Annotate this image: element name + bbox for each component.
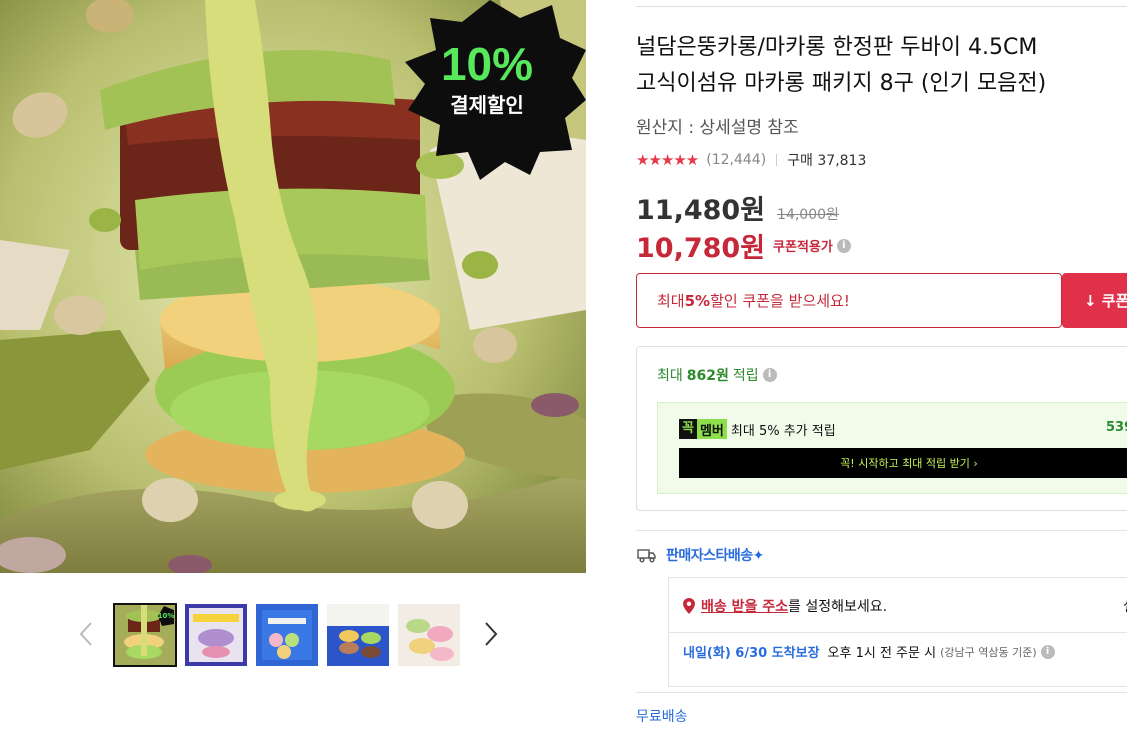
product-origin: 원산지 : 상세설명 참조 xyxy=(636,118,799,138)
membership-logo-text: 멤버 xyxy=(699,423,724,439)
chevron-right-icon xyxy=(485,622,498,646)
divider xyxy=(636,530,1127,531)
thumbnail-2[interactable] xyxy=(185,604,247,666)
divider xyxy=(636,6,1127,7)
divider xyxy=(636,692,1127,693)
thumbnail-3-image xyxy=(256,604,318,666)
free-shipping-label: 무료배송 xyxy=(636,709,688,725)
purchase-count: 구매 37,813 xyxy=(787,153,867,169)
coupon-price: 10,780원 xyxy=(636,233,766,264)
coupon-banner[interactable]: 최대 5% 할인 쿠폰을 받으세요! xyxy=(636,273,1062,328)
info-icon[interactable]: i xyxy=(762,368,777,382)
product-title-line-2: 고식이섬유 마카롱 패키지 8구 (인기 모음전) xyxy=(636,71,1047,96)
info-icon[interactable]: i xyxy=(836,238,851,253)
info-icon[interactable]: i xyxy=(1040,644,1055,659)
thumbnail-next-button[interactable] xyxy=(479,618,503,650)
thumbnail-1[interactable]: 10% xyxy=(113,603,177,667)
thumbnail-4-image xyxy=(327,604,389,666)
seller-star-delivery-badge: 판매자스타배송✦ xyxy=(666,548,764,564)
price-row: 11,480원 14,000원 xyxy=(636,188,839,227)
product-title-line-1: 널담은뚱카롱/마카롱 한정판 두바이 4.5CM xyxy=(636,35,1038,60)
coupon-text-prefix: 최대 xyxy=(657,292,685,310)
address-row: 배송 받을 주소 를 설정해보세요. xyxy=(683,596,887,616)
coupon-download-button[interactable]: ↓ 쿠폰 xyxy=(1062,273,1127,328)
membership-logo: 꼭 멤버 xyxy=(679,419,727,439)
coupon-price-label: 쿠폰적용가 xyxy=(773,240,833,255)
product-title: 널담은뚱카롱/마카롱 한정판 두바이 4.5CM 고식이섬유 마카롱 패키지 8… xyxy=(636,30,1127,102)
thumbnail-5-image xyxy=(398,604,460,666)
divider xyxy=(669,632,1127,633)
badge-label: 결제할인 xyxy=(450,93,524,117)
delivery-guarantee: 내일(화) 6/30 도착보장 xyxy=(683,646,820,661)
thumbnail-5[interactable] xyxy=(398,604,460,666)
product-image-illustration: 10% 결제할인 xyxy=(0,0,586,573)
reward-box: 최대 862원 적립 i 꼭 멤버 최대 5% 추가 적립 539 꼭! 시작하… xyxy=(636,346,1127,511)
chevron-left-icon xyxy=(79,622,92,646)
product-main-image[interactable]: 10% 결제할인 xyxy=(0,0,586,573)
coupon-price-row: 10,780원 쿠폰적용가 i xyxy=(636,226,851,265)
delivery-address-box: 배송 받을 주소 를 설정해보세요. 설 내일(화) 6/30 도착보장 오후 … xyxy=(668,577,1127,687)
thumbnail-strip: 10% xyxy=(74,600,514,670)
membership-join-button[interactable]: 꼭! 시작하고 최대 적립 받기 › xyxy=(679,448,1127,478)
review-count-link[interactable]: (12,444) xyxy=(706,152,766,168)
sale-price: 11,480원 xyxy=(636,195,766,226)
address-suffix: 를 설정해보세요. xyxy=(788,599,888,615)
delivery-region-note: (강남구 역삼동 기준) xyxy=(940,645,1037,659)
truck-icon xyxy=(637,549,656,563)
thumbnail-prev-button[interactable] xyxy=(74,618,98,650)
reward-title: 최대 862원 적립 i xyxy=(657,365,777,385)
reward-suffix: 적립 xyxy=(732,368,759,384)
address-setting-button[interactable]: 설 xyxy=(1123,596,1127,616)
thumbnail-3[interactable] xyxy=(256,604,318,666)
membership-row: 꼭 멤버 최대 5% 추가 적립 xyxy=(679,419,836,439)
svg-text:10%: 10% xyxy=(158,612,175,620)
rating-stars: ★★★★★ xyxy=(636,151,699,169)
coupon-text-suffix: 할인 쿠폰을 받으세요! xyxy=(710,292,850,310)
original-price: 14,000원 xyxy=(777,207,839,223)
coupon-text-percent: 5% xyxy=(684,291,711,310)
reward-amount: 862원 xyxy=(686,368,729,384)
rating-row: ★★★★★ (12,444) 구매 37,813 xyxy=(636,150,866,170)
set-address-link[interactable]: 배송 받을 주소 xyxy=(701,596,788,616)
product-info-panel: 널담은뚱카롱/마카롱 한정판 두바이 4.5CM 고식이섬유 마카롱 패키지 8… xyxy=(636,0,1127,733)
reward-prefix: 최대 xyxy=(657,368,683,384)
membership-text: 최대 5% 추가 적립 xyxy=(730,423,836,439)
divider xyxy=(776,154,778,166)
membership-box: 꼭 멤버 최대 5% 추가 적립 539 꼭! 시작하고 최대 적립 받기 › xyxy=(657,402,1127,494)
order-cutoff: 오후 1시 전 주문 시 xyxy=(827,646,937,661)
membership-logo-mark: 꼭 xyxy=(679,419,697,439)
thumbnail-2-image xyxy=(185,604,247,666)
membership-amount: 539 xyxy=(1106,420,1127,435)
shipping-header: 판매자스타배송✦ xyxy=(636,544,764,566)
delivery-eta-row: 내일(화) 6/30 도착보장 오후 1시 전 주문 시 (강남구 역삼동 기준… xyxy=(683,642,1055,661)
badge-percent: 10% xyxy=(441,38,533,90)
thumbnail-4[interactable] xyxy=(327,604,389,666)
thumbnail-1-image: 10% xyxy=(114,604,176,666)
location-pin-icon xyxy=(683,598,695,614)
